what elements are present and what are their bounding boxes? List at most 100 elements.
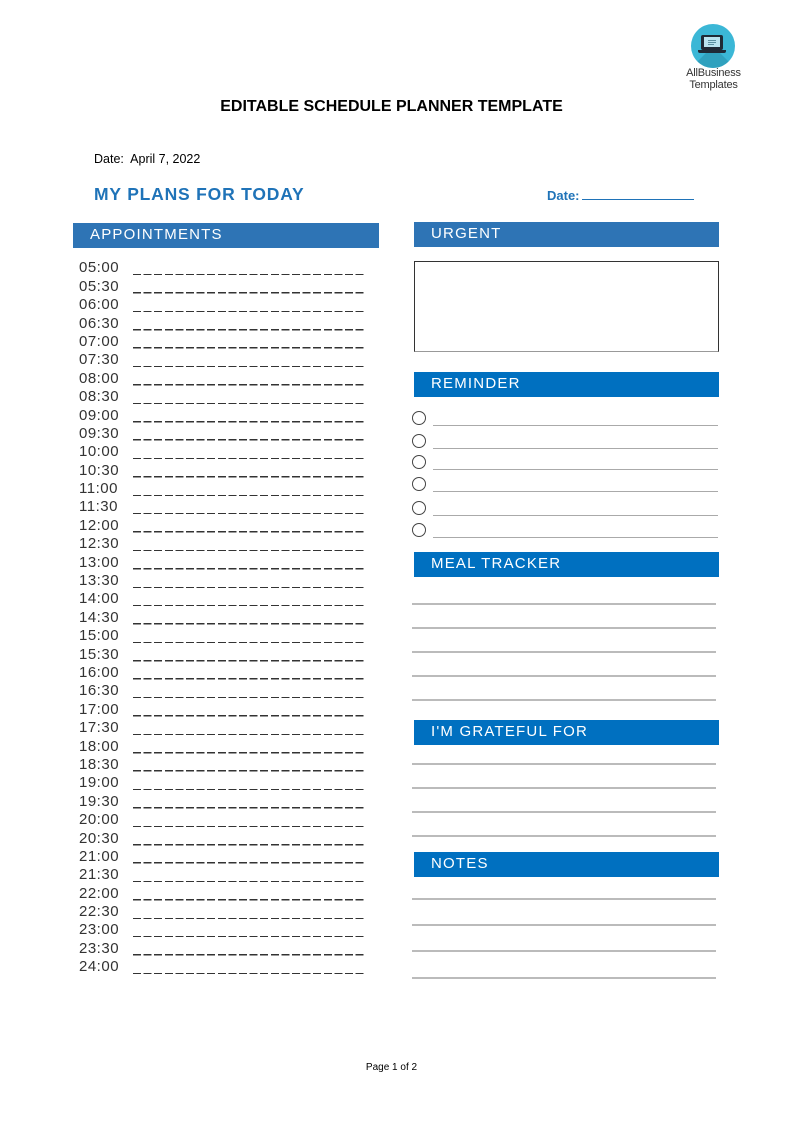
appointment-entry-field[interactable] — [133, 849, 366, 864]
appointment-entry-field[interactable] — [133, 923, 366, 938]
appointment-entry-field[interactable] — [133, 868, 366, 883]
appointment-entry-field[interactable] — [133, 334, 366, 349]
appointment-entry-field[interactable] — [133, 831, 366, 846]
appointment-entry-field[interactable] — [133, 463, 366, 478]
appointment-entry-field[interactable] — [133, 813, 366, 828]
appointment-row: 11:30 — [79, 498, 379, 516]
appointment-time: 06:00 — [79, 296, 120, 314]
note-entry-line[interactable] — [412, 977, 716, 979]
plans-heading: MY PLANS FOR TODAY — [94, 184, 305, 204]
reminder-entry-field[interactable] — [433, 491, 718, 492]
appointment-time: 06:30 — [79, 314, 120, 332]
appointment-entry-field[interactable] — [133, 279, 366, 294]
appointment-entry-field[interactable] — [133, 905, 366, 920]
appointment-entry-field[interactable] — [133, 647, 366, 662]
appointment-time: 16:30 — [79, 682, 120, 700]
appointment-time: 10:00 — [79, 443, 120, 461]
appointment-entry-field[interactable] — [133, 261, 366, 276]
appointment-row: 23:00 — [79, 921, 379, 939]
appointment-time: 20:00 — [79, 811, 120, 829]
note-entry-line[interactable] — [412, 924, 716, 926]
appointment-entry-field[interactable] — [133, 794, 366, 809]
appointment-entry-field[interactable] — [133, 757, 366, 772]
reminder-entry-field[interactable] — [433, 537, 718, 538]
appointment-time: 08:30 — [79, 388, 120, 406]
appointment-entry-field[interactable] — [133, 298, 366, 313]
plans-date-field[interactable]: Date: — [547, 187, 694, 203]
appointment-row: 20:30 — [79, 829, 379, 847]
appointment-time: 12:00 — [79, 516, 120, 534]
appointment-entry-field[interactable] — [133, 776, 366, 791]
meal-entry-line[interactable] — [412, 603, 716, 605]
reminder-checkbox[interactable] — [412, 523, 426, 537]
reminder-entry-field[interactable] — [433, 515, 718, 516]
reminder-checkbox[interactable] — [412, 477, 426, 491]
appointment-time: 16:00 — [79, 663, 120, 681]
reminder-item — [412, 454, 718, 470]
meal-entry-line[interactable] — [412, 651, 716, 653]
appointment-entry-field[interactable] — [133, 592, 366, 607]
appointment-row: 14:00 — [79, 590, 379, 608]
appointment-row: 08:00 — [79, 369, 379, 387]
meal-entry-line[interactable] — [412, 675, 716, 677]
appointment-entry-field[interactable] — [133, 408, 366, 423]
appointment-entry-field[interactable] — [133, 426, 366, 441]
appointment-row: 12:00 — [79, 516, 379, 534]
page-number: Page 1 of 2 — [365, 1062, 418, 1073]
appointment-entry-field[interactable] — [133, 610, 366, 625]
document-date: Date: April 7, 2022 — [94, 152, 200, 166]
appointment-entry-field[interactable] — [133, 684, 366, 699]
grateful-entry-line[interactable] — [412, 835, 716, 837]
note-entry-line[interactable] — [412, 898, 716, 900]
appointment-entry-field[interactable] — [133, 518, 366, 533]
appointment-entry-field[interactable] — [133, 555, 366, 570]
appointment-entry-field[interactable] — [133, 702, 366, 717]
appointment-time: 11:30 — [79, 498, 118, 516]
reminder-checkbox[interactable] — [412, 434, 426, 448]
meal-entry-line[interactable] — [412, 699, 716, 701]
appointment-row: 21:30 — [79, 866, 379, 884]
meal-entry-line[interactable] — [412, 627, 716, 629]
appointment-entry-field[interactable] — [133, 371, 366, 386]
grateful-entry-line[interactable] — [412, 811, 716, 813]
appointment-entry-field[interactable] — [133, 721, 366, 736]
appointment-entry-field[interactable] — [133, 482, 366, 497]
date-value[interactable]: April 7, 2022 — [130, 152, 200, 166]
appointment-entry-field[interactable] — [133, 316, 366, 331]
plans-date-blank[interactable] — [581, 187, 694, 200]
appointment-entry-field[interactable] — [133, 500, 366, 515]
appointment-entry-field[interactable] — [133, 886, 366, 901]
grateful-entry-line[interactable] — [412, 787, 716, 789]
appointments-list: 05:00 05:30 06:00 06:30 07:00 07:30 08:00 08:30… — [79, 259, 379, 976]
appointment-row: 07:00 — [79, 333, 379, 351]
logo-brand-line2: Templates — [689, 79, 738, 91]
grateful-entry-line[interactable] — [412, 763, 716, 765]
note-entry-line[interactable] — [412, 950, 716, 952]
logo-text: AllBusiness Templates — [676, 67, 751, 91]
reminder-entry-field[interactable] — [433, 448, 718, 449]
appointment-time: 22:30 — [79, 903, 120, 921]
appointment-row: 11:00 — [79, 480, 379, 498]
appointment-row: 10:00 — [79, 443, 379, 461]
appointment-entry-field[interactable] — [133, 960, 366, 975]
appointment-row: 09:00 — [79, 406, 379, 424]
appointment-row: 16:30 — [79, 682, 379, 700]
urgent-textbox[interactable] — [414, 261, 719, 352]
appointment-entry-field[interactable] — [133, 629, 366, 644]
appointment-row: 06:00 — [79, 296, 379, 314]
appointment-entry-field[interactable] — [133, 353, 366, 368]
reminder-checkbox[interactable] — [412, 411, 426, 425]
appointment-entry-field[interactable] — [133, 537, 366, 552]
appointment-entry-field[interactable] — [133, 390, 366, 405]
appointment-entry-field[interactable] — [133, 739, 366, 754]
appointment-entry-field[interactable] — [133, 445, 366, 460]
appointment-entry-field[interactable] — [133, 941, 366, 956]
reminder-entry-field[interactable] — [433, 425, 718, 426]
appointment-entry-field[interactable] — [133, 574, 366, 589]
reminder-entry-field[interactable] — [433, 469, 718, 470]
appointment-time: 13:00 — [79, 553, 120, 571]
reminder-checkbox[interactable] — [412, 501, 426, 515]
reminder-checkbox[interactable] — [412, 455, 426, 469]
appointment-time: 13:30 — [79, 572, 120, 590]
appointment-entry-field[interactable] — [133, 665, 366, 680]
